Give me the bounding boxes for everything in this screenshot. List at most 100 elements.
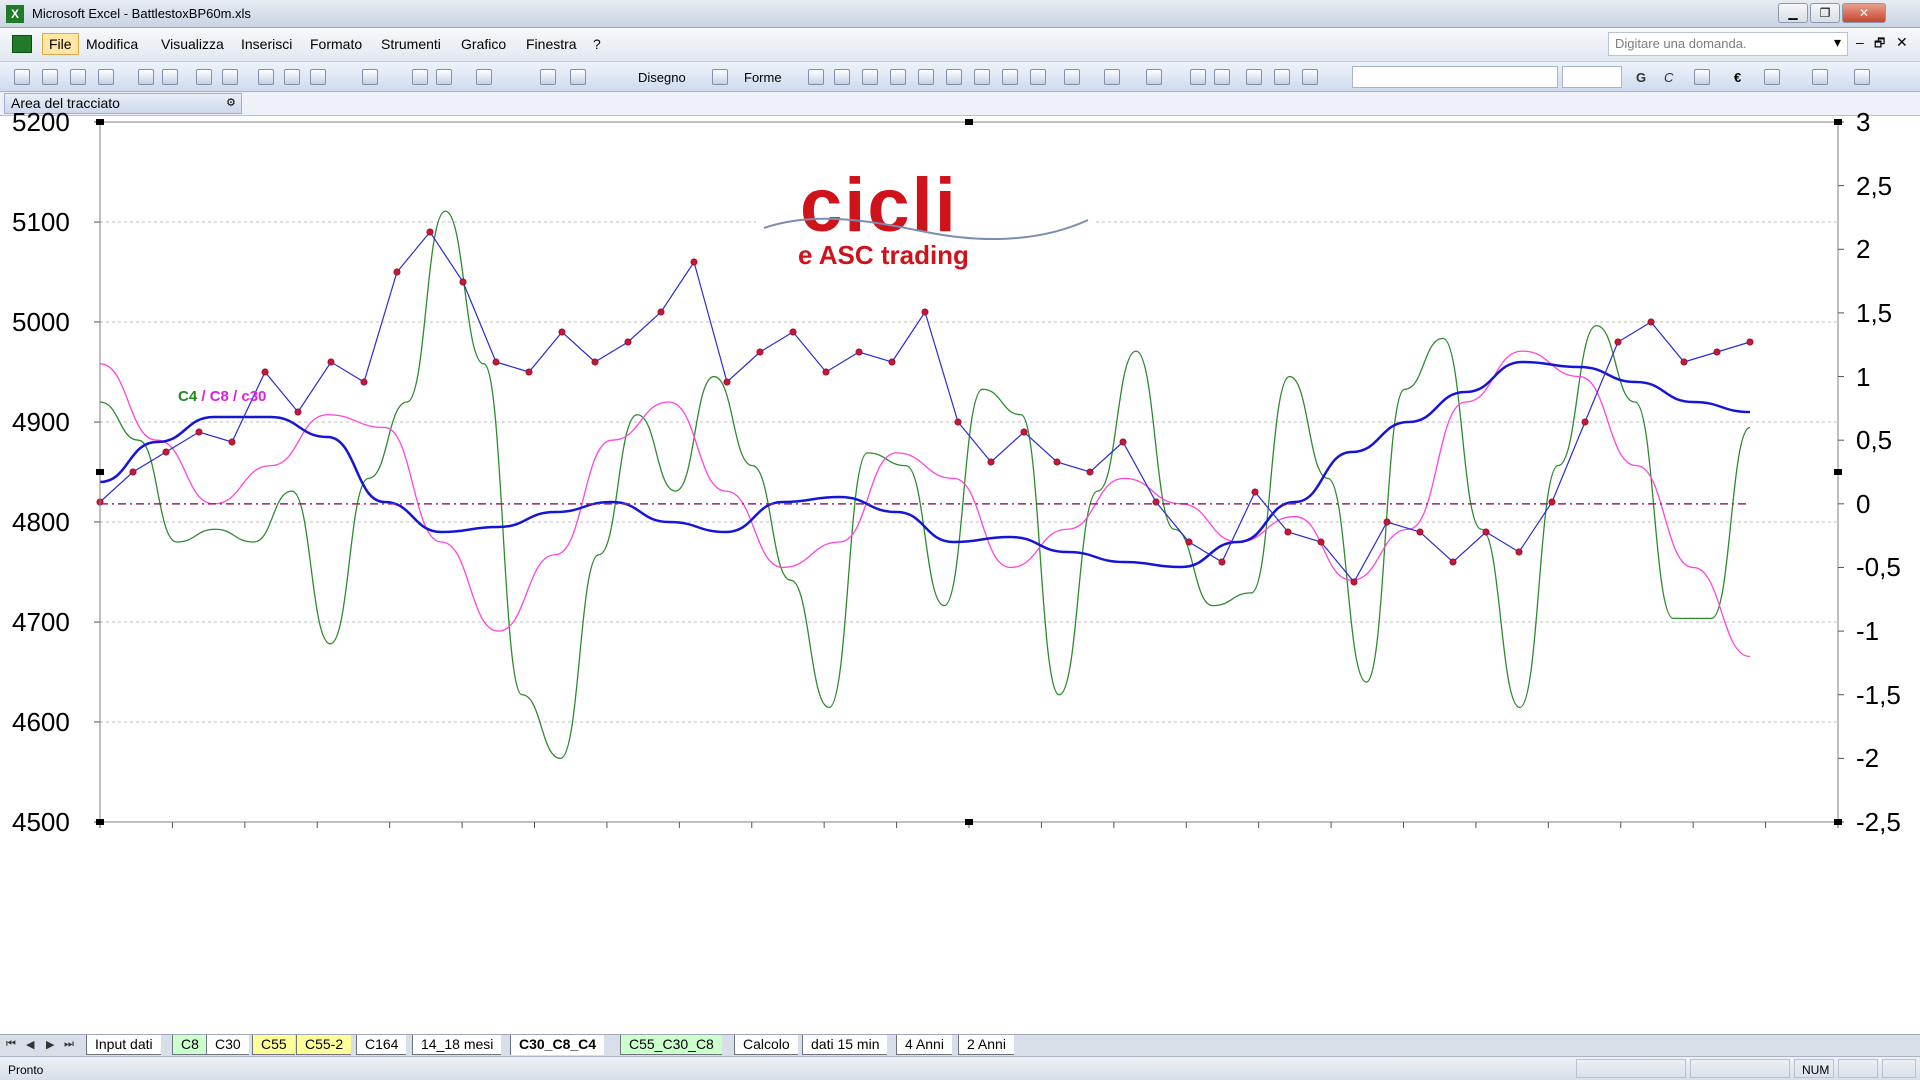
price-point <box>690 258 698 266</box>
diagram-icon[interactable] <box>974 69 990 85</box>
first-sheet-icon[interactable]: ⏮ <box>6 1038 16 1051</box>
selection-handle <box>96 119 104 125</box>
menu-strumenti[interactable]: Strumenti <box>381 36 441 52</box>
selection-handle <box>96 819 104 825</box>
menu-help[interactable]: ? <box>593 36 601 52</box>
wordart-icon[interactable] <box>946 69 962 85</box>
num-lock-indicator: NUM <box>1802 1063 1830 1077</box>
picture-icon[interactable] <box>1030 69 1046 85</box>
price-point <box>1416 528 1424 536</box>
doc-minimize-button[interactable]: – <box>1856 34 1864 50</box>
fill-color-icon[interactable] <box>1064 69 1080 85</box>
fill-bucket-icon[interactable] <box>1812 69 1828 85</box>
arrow-style-icon[interactable] <box>1246 69 1262 85</box>
help-search-input[interactable]: Digitare una domanda. <box>1608 32 1848 56</box>
new-file-icon[interactable] <box>14 69 30 85</box>
tab-c55-c30-c8[interactable]: C55_C30_C8 <box>620 1035 722 1055</box>
selection-handle <box>1834 119 1842 125</box>
excel-doc-icon[interactable] <box>12 35 32 53</box>
price-point <box>1350 578 1358 586</box>
price-point <box>492 358 500 366</box>
menu-finestra[interactable]: Finestra <box>526 36 577 52</box>
next-sheet-icon[interactable]: ▶ <box>46 1038 54 1051</box>
selection-handle <box>965 119 973 125</box>
price-point <box>1614 338 1622 346</box>
euro-button[interactable]: € <box>1734 70 1741 85</box>
y-right-tick-label: -0,5 <box>1856 552 1901 583</box>
tab-c8[interactable]: C8 <box>172 1035 207 1055</box>
chart-wizard-icon[interactable] <box>540 69 556 85</box>
tab-c30[interactable]: C30 <box>206 1035 249 1055</box>
select-pointer-icon[interactable] <box>712 69 728 85</box>
textbox-icon[interactable] <box>918 69 934 85</box>
align-icon[interactable] <box>1694 69 1710 85</box>
paste-icon[interactable] <box>310 69 326 85</box>
maximize-button[interactable]: ❐ <box>1810 3 1840 23</box>
price-point <box>987 458 995 466</box>
price-point <box>1713 348 1721 356</box>
shapes-menu[interactable]: Forme <box>744 70 782 85</box>
format-selection-icon[interactable]: ⚙ <box>226 96 236 109</box>
autosum-icon[interactable] <box>436 69 452 85</box>
doc-close-button[interactable]: ✕ <box>1896 34 1908 51</box>
print-preview-icon[interactable] <box>162 69 178 85</box>
help-icon[interactable] <box>570 69 586 85</box>
arrow-icon[interactable] <box>834 69 850 85</box>
open-folder-icon[interactable] <box>42 69 58 85</box>
clipart-icon[interactable] <box>1002 69 1018 85</box>
chevron-down-icon[interactable]: ▾ <box>1834 34 1841 51</box>
sort-icon[interactable] <box>476 69 492 85</box>
tab-2-anni[interactable]: 2 Anni <box>958 1035 1014 1055</box>
font-color-icon[interactable] <box>1146 69 1162 85</box>
chart-area[interactable]: cicli e ASC trading C4 / C8 / c30 5200 51… <box>0 107 1920 1034</box>
price-point <box>921 308 929 316</box>
line-style-icon[interactable] <box>1190 69 1206 85</box>
rectangle-icon[interactable] <box>862 69 878 85</box>
bold-button[interactable]: G <box>1636 70 1646 85</box>
oval-icon[interactable] <box>890 69 906 85</box>
tab-c55[interactable]: C55 <box>252 1035 295 1055</box>
tab-calcolo[interactable]: Calcolo <box>734 1035 798 1055</box>
font-size-select[interactable] <box>1562 66 1622 88</box>
line-icon[interactable] <box>808 69 824 85</box>
menu-visualizza[interactable]: Visualizza <box>161 36 224 52</box>
draw-menu[interactable]: Disegno <box>638 70 686 85</box>
y-left-tick-label: 4600 <box>12 707 70 737</box>
tab-14-18-mesi[interactable]: 14_18 mesi <box>412 1035 502 1055</box>
menu-inserisci[interactable]: Inserisci <box>241 36 292 52</box>
tab-c164[interactable]: C164 <box>356 1035 407 1055</box>
tab-input-dati[interactable]: Input dati <box>86 1035 161 1055</box>
tab-4-anni[interactable]: 4 Anni <box>896 1035 952 1055</box>
text-color-icon[interactable] <box>1854 69 1870 85</box>
shadow-icon[interactable] <box>1274 69 1290 85</box>
hyperlink-icon[interactable] <box>412 69 428 85</box>
permission-icon[interactable] <box>98 69 114 85</box>
spelling-icon[interactable] <box>196 69 212 85</box>
status-text: Pronto <box>8 1063 44 1077</box>
prev-sheet-icon[interactable]: ◀ <box>26 1038 34 1051</box>
close-button[interactable]: ✕ <box>1842 3 1886 23</box>
tab-c55-2[interactable]: C55-2 <box>296 1035 352 1055</box>
research-icon[interactable] <box>222 69 238 85</box>
tab-c30-c8-c4[interactable]: C30_C8_C4 <box>510 1035 605 1055</box>
italic-button[interactable]: C <box>1664 70 1673 85</box>
dash-style-icon[interactable] <box>1214 69 1230 85</box>
tab-dati-15-min[interactable]: dati 15 min <box>802 1035 888 1055</box>
font-name-select[interactable] <box>1352 66 1558 88</box>
borders-icon[interactable] <box>1764 69 1780 85</box>
save-icon[interactable] <box>70 69 86 85</box>
last-sheet-icon[interactable]: ⏭ <box>64 1038 74 1051</box>
menu-file[interactable]: File <box>42 33 79 55</box>
print-icon[interactable] <box>138 69 154 85</box>
menu-modifica[interactable]: Modifica <box>86 36 138 52</box>
price-point <box>756 348 764 356</box>
3d-icon[interactable] <box>1302 69 1318 85</box>
undo-icon[interactable] <box>362 69 378 85</box>
cut-icon[interactable] <box>258 69 274 85</box>
menu-formato[interactable]: Formato <box>310 36 362 52</box>
menu-grafico[interactable]: Grafico <box>461 36 506 52</box>
minimize-button[interactable]: ▁ <box>1778 3 1808 23</box>
copy-icon[interactable] <box>284 69 300 85</box>
line-color-icon[interactable] <box>1104 69 1120 85</box>
doc-restore-button[interactable]: 🗗 <box>1874 34 1885 55</box>
